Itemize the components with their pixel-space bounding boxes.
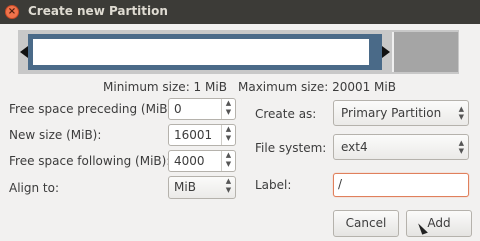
partition-label-input[interactable]: / [333, 173, 469, 197]
align-to-label: Align to: [9, 181, 60, 195]
new-size-value: 16001 [174, 128, 213, 142]
free-following-spinbox[interactable]: 4000 ▲ ▼ [168, 150, 236, 172]
minimum-size-label: Minimum size: 1 MiB [103, 80, 227, 94]
create-as-combo[interactable]: Primary Partition ▲ ▼ [333, 100, 469, 126]
combo-arrows-icon: ▲ ▼ [225, 177, 232, 194]
spin-arrows-icon[interactable]: ▲ ▼ [221, 151, 235, 171]
window-title: Create new Partition [28, 4, 168, 18]
combo-arrows-icon: ▲ ▼ [458, 139, 464, 155]
spin-arrows-icon[interactable]: ▲ ▼ [221, 125, 235, 145]
create-as-label: Create as: [255, 107, 317, 121]
spin-arrows-icon[interactable]: ▲ ▼ [221, 99, 235, 119]
partition-size-bar [18, 30, 459, 74]
free-following-label: Free space following (MiB): [9, 154, 171, 168]
free-preceding-label: Free space preceding (MiB): [9, 102, 177, 116]
add-button[interactable]: Add [406, 210, 472, 237]
file-system-combo[interactable]: ext4 ▲ ▼ [333, 134, 469, 160]
combo-arrows-icon: ▲ ▼ [458, 105, 464, 121]
new-size-label: New size (MiB): [9, 128, 102, 142]
partition-label-value: / [338, 177, 343, 191]
free-preceding-spinbox[interactable]: 0 ▲ ▼ [168, 98, 236, 120]
title-bar: × Create new Partition [0, 0, 480, 24]
partition-label-label: Label: [255, 178, 292, 192]
new-size-spinbox[interactable]: 16001 ▲ ▼ [168, 124, 236, 146]
maximum-size-label: Maximum size: 20001 MiB [238, 80, 396, 94]
free-space-block [392, 32, 458, 72]
close-icon[interactable]: × [5, 5, 19, 19]
create-as-value: Primary Partition [341, 106, 442, 120]
free-following-value: 4000 [174, 154, 205, 168]
resize-left-handle-icon[interactable] [20, 46, 28, 58]
align-to-value: MiB [174, 180, 196, 194]
partition-fill [33, 39, 369, 65]
cancel-button[interactable]: Cancel [333, 210, 399, 237]
new-partition-block[interactable] [20, 34, 390, 70]
file-system-label: File system: [255, 141, 327, 155]
free-preceding-value: 0 [174, 102, 182, 116]
align-to-combo[interactable]: MiB ▲ ▼ [168, 176, 236, 199]
file-system-value: ext4 [341, 140, 368, 154]
resize-right-handle-icon[interactable] [382, 46, 390, 58]
